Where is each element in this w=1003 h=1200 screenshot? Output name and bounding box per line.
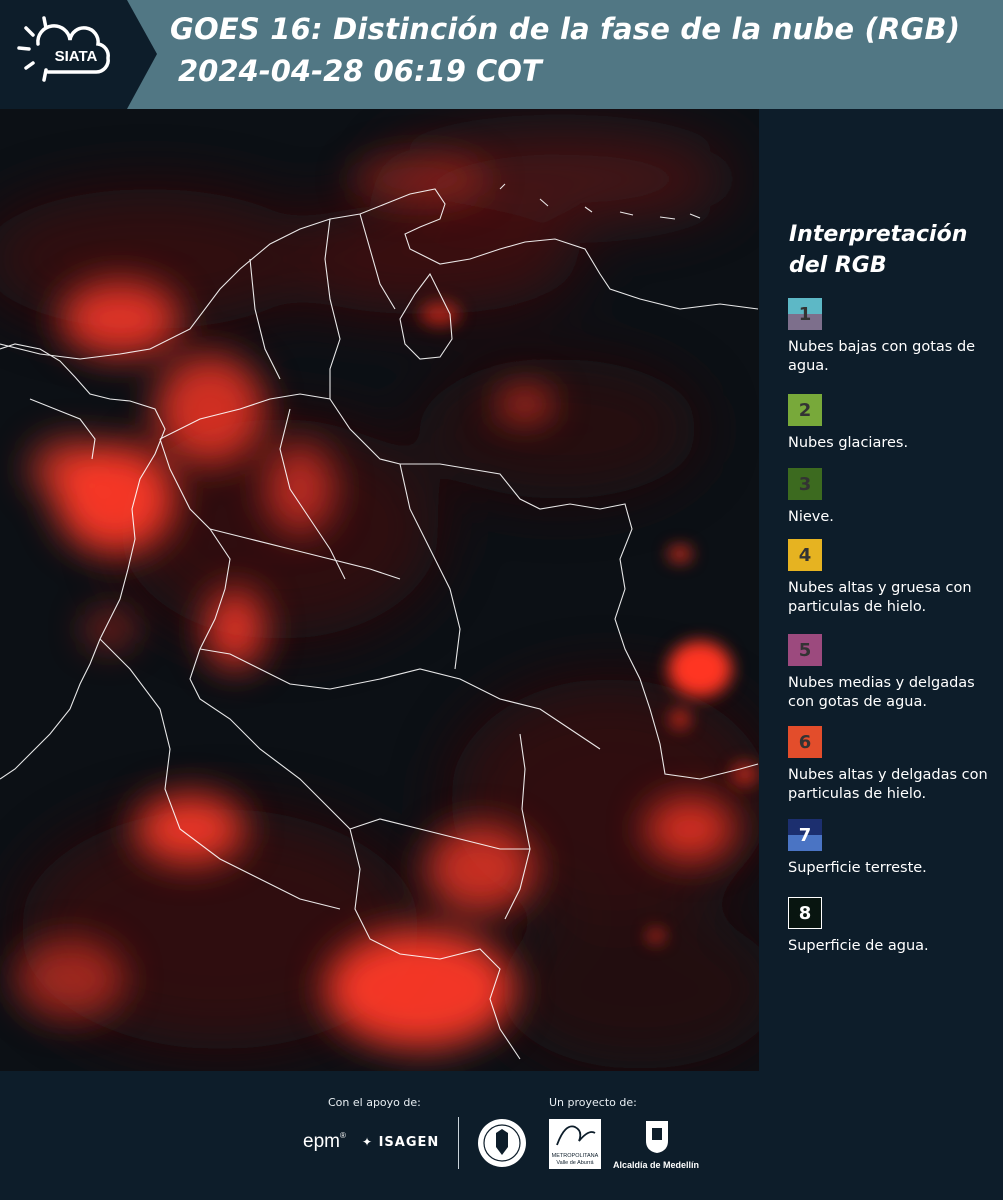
satellite-image <box>0 109 759 1071</box>
legend-item-1: 1 Nubes bajas con gotas de agua. <box>788 298 1000 376</box>
legend-item-5: 5 Nubes medias y delgadas con gotas de a… <box>788 634 1000 712</box>
support-label: Con el apoyo de: <box>328 1096 421 1109</box>
legend-label: Superficie de agua. <box>788 938 929 954</box>
legend-label: Nubes altas y gruesa con particulas de h… <box>788 580 972 615</box>
area-metro-line2: Valle de Aburrá <box>556 1160 594 1166</box>
legend-label: Nubes medias y delgadas con gotas de agu… <box>788 675 975 710</box>
legend-swatch: 5 <box>788 634 822 666</box>
legend-item-2: 2 Nubes glaciares. <box>788 394 1000 453</box>
legend-item-6: 6 Nubes altas y delgadas con particulas … <box>788 726 1000 804</box>
legend-label: Nubes glaciares. <box>788 435 909 451</box>
isagen-logo: ✦ ISAGEN <box>362 1135 439 1150</box>
logo-text: SIATA <box>55 48 98 65</box>
legend-swatch: 6 <box>788 726 822 758</box>
epm-logo: epm® <box>303 1131 346 1152</box>
area-metropolitana-icon <box>556 1125 596 1146</box>
legend-swatch: 1 <box>788 298 822 330</box>
area-metropolitana-logo: METROPOLITANA Valle de Aburrá <box>549 1119 601 1169</box>
legend-label: Nubes altas y delgadas con particulas de… <box>788 767 988 802</box>
legend-swatch: 7 <box>788 819 822 851</box>
project-label: Un proyecto de: <box>549 1096 637 1109</box>
legend-item-7: 7 Superficie terreste. <box>788 819 1000 878</box>
legend-title: Interpretación del RGB <box>789 219 989 281</box>
legend-label: Nieve. <box>788 509 834 525</box>
isagen-logo-icon: ✦ <box>362 1135 374 1149</box>
alcaldia-shield-icon <box>646 1121 668 1153</box>
medellin-seal-icon <box>478 1119 526 1167</box>
legend-swatch: 8 <box>788 897 822 929</box>
legend-item-8: 8 Superficie de agua. <box>788 897 1000 956</box>
legend-swatch: 2 <box>788 394 822 426</box>
isagen-logo-text: ISAGEN <box>378 1135 440 1150</box>
legend-label: Superficie terreste. <box>788 860 927 876</box>
legend-title-line2: del RGB <box>789 253 887 278</box>
legend-swatch: 3 <box>788 468 822 500</box>
area-metro-line1: METROPOLITANA <box>551 1153 599 1159</box>
footer-divider <box>458 1117 459 1169</box>
satellite-map[interactable] <box>0 109 759 1071</box>
page-title: GOES 16: Distinción de la fase de la nub… <box>170 12 961 46</box>
header: SIATA GOES 16: Distinción de la fase de … <box>0 0 1003 109</box>
legend-item-3: 3 Nieve. <box>788 468 1000 527</box>
logo-tab: SIATA <box>0 0 157 109</box>
alcaldia-label: Alcaldía de Medellín <box>613 1160 700 1170</box>
footer: Con el apoyo de: Un proyecto de: epm® ✦ … <box>0 1071 1003 1200</box>
legend-panel: Interpretación del RGB 1 Nubes bajas con… <box>759 109 1003 1071</box>
epm-logo-text: epm <box>303 1131 340 1152</box>
legend-swatch: 4 <box>788 539 822 571</box>
legend-item-4: 4 Nubes altas y gruesa con particulas de… <box>788 539 1000 617</box>
legend-title-line1: Interpretación <box>789 222 968 247</box>
legend-label: Nubes bajas con gotas de agua. <box>788 339 976 374</box>
page-timestamp: 2024-04-28 06:19 COT <box>178 54 542 88</box>
